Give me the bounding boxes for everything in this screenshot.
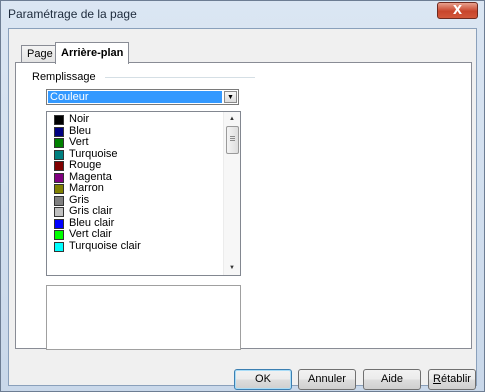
color-swatch bbox=[54, 126, 64, 137]
color-swatch bbox=[54, 207, 64, 217]
color-name: Vert bbox=[69, 136, 89, 148]
color-name: Noir bbox=[69, 113, 90, 125]
vertical-scrollbar[interactable]: ▲ ▼ bbox=[223, 112, 240, 275]
window-title: Paramétrage de la page bbox=[8, 7, 137, 21]
fill-group-divider bbox=[105, 77, 255, 78]
page-setup-dialog: Paramétrage de la page X Page Arrière-pl… bbox=[0, 0, 485, 392]
color-swatch bbox=[54, 230, 64, 240]
help-button[interactable]: Aide bbox=[363, 369, 421, 390]
color-name: Marron bbox=[69, 182, 104, 194]
reset-label: établir bbox=[440, 373, 471, 385]
color-name: Rouge bbox=[69, 159, 102, 171]
grip-line bbox=[230, 138, 235, 139]
title-bar[interactable]: Paramétrage de la page X bbox=[1, 1, 484, 25]
color-name: Vert clair bbox=[69, 228, 112, 240]
chevron-down-icon: ▼ bbox=[227, 94, 234, 101]
background-preview bbox=[46, 285, 241, 350]
color-listbox[interactable]: Noir Bleu Vert Turquoise Rouge Magenta Marron G… bbox=[46, 111, 241, 276]
color-swatch bbox=[54, 184, 64, 194]
fill-group-label: Remplissage bbox=[30, 71, 98, 83]
ok-button[interactable]: OK bbox=[234, 369, 292, 390]
color-swatch bbox=[54, 149, 64, 160]
dropdown-button[interactable]: ▼ bbox=[224, 91, 237, 103]
color-swatch bbox=[54, 115, 64, 125]
color-swatch bbox=[54, 172, 64, 183]
close-button[interactable]: X bbox=[437, 2, 478, 19]
color-swatch bbox=[54, 218, 64, 229]
cancel-button[interactable]: Annuler bbox=[298, 369, 356, 390]
close-icon: X bbox=[452, 3, 463, 17]
color-swatch bbox=[54, 241, 64, 252]
color-name: Gris clair bbox=[69, 205, 113, 217]
fill-type-selected: Couleur bbox=[48, 91, 222, 103]
fill-type-dropdown[interactable]: Couleur ▼ bbox=[46, 89, 239, 105]
grip-line bbox=[230, 140, 235, 141]
color-swatch bbox=[54, 161, 64, 171]
scroll-down-arrow-icon[interactable]: ▼ bbox=[224, 261, 240, 275]
reset-button[interactable]: Rétablir bbox=[428, 369, 476, 390]
color-swatch bbox=[54, 195, 64, 206]
color-swatch bbox=[54, 138, 64, 148]
scroll-thumb[interactable] bbox=[226, 126, 239, 154]
tab-page[interactable]: Page bbox=[21, 45, 59, 63]
color-name: Turquoise clair bbox=[69, 239, 141, 252]
scroll-up-arrow-icon[interactable]: ▲ bbox=[224, 112, 240, 126]
grip-line bbox=[230, 136, 235, 137]
tab-background[interactable]: Arrière-plan bbox=[55, 42, 130, 64]
reset-mnemonic: R bbox=[433, 373, 441, 385]
dialog-body: Page Arrière-plan Remplissage Couleur ▼ … bbox=[8, 28, 477, 390]
